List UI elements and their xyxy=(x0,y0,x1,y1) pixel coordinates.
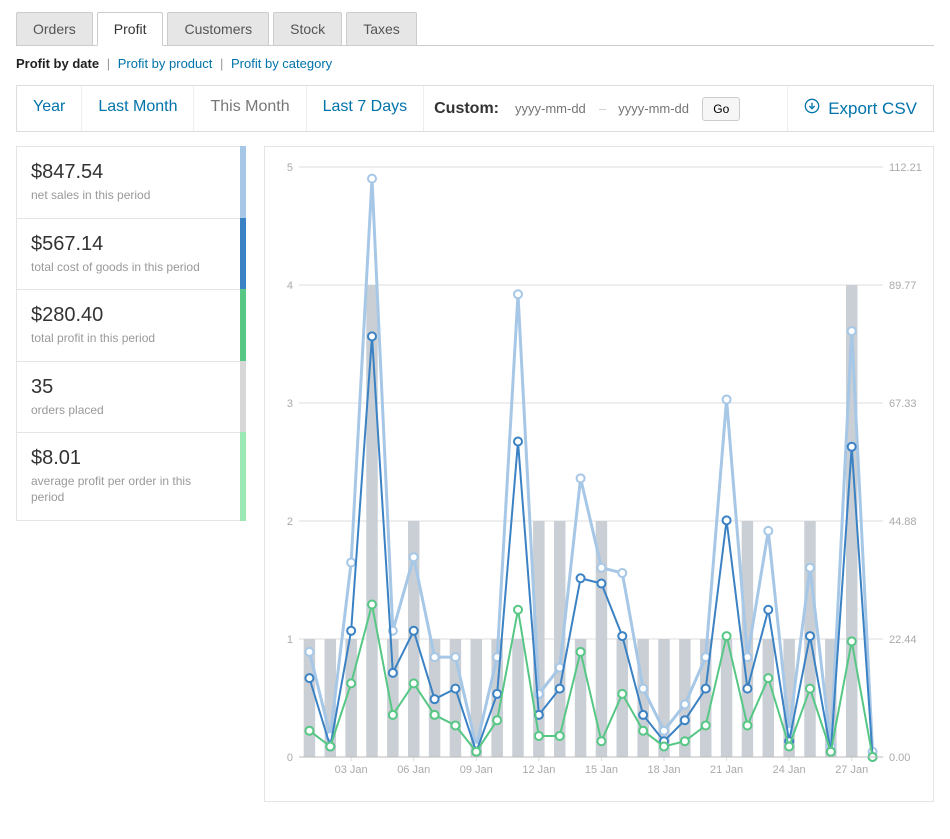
svg-text:4: 4 xyxy=(287,280,293,292)
svg-text:27 Jan: 27 Jan xyxy=(835,764,868,776)
stat-card[interactable]: $847.54 net sales in this period xyxy=(16,146,246,218)
svg-text:44.88: 44.88 xyxy=(889,516,917,528)
stat-card[interactable]: 35 orders placed xyxy=(16,361,246,433)
stat-value: $847.54 xyxy=(31,161,201,184)
svg-text:22.44: 22.44 xyxy=(889,634,917,646)
date-range-bar: YearLast MonthThis MonthLast 7 Days Cust… xyxy=(16,85,934,132)
custom-range-box: Custom: – Go xyxy=(424,86,788,131)
svg-text:18 Jan: 18 Jan xyxy=(647,764,680,776)
tab-customers[interactable]: Customers xyxy=(167,12,269,45)
date-from-input[interactable] xyxy=(509,97,593,120)
stats-sidebar: $847.54 net sales in this period $567.14 to… xyxy=(16,146,246,802)
svg-text:3: 3 xyxy=(287,398,293,410)
svg-text:89.77: 89.77 xyxy=(889,280,917,292)
stat-label: net sales in this period xyxy=(31,188,201,204)
svg-text:09 Jan: 09 Jan xyxy=(460,764,493,776)
stat-value: $8.01 xyxy=(31,447,201,470)
stat-label: total profit in this period xyxy=(31,331,201,347)
profit-chart: 0 0.00 1 22.44 2 44.88 3 67.33 4 89.77 5 112.21 03 J… xyxy=(269,157,929,797)
custom-label: Custom: xyxy=(434,100,499,118)
export-csv-label: Export CSV xyxy=(828,99,917,119)
stat-color-bar xyxy=(240,146,246,219)
profit-subnav: Profit by date | Profit by product | Pro… xyxy=(16,56,934,71)
date-to-input[interactable] xyxy=(612,97,696,120)
range-last-month[interactable]: Last Month xyxy=(82,86,194,131)
download-icon xyxy=(804,98,820,119)
stat-color-bar xyxy=(240,218,246,291)
stat-card[interactable]: $280.40 total profit in this period xyxy=(16,289,246,361)
stat-card[interactable]: $8.01 average profit per order in this pe… xyxy=(16,432,246,520)
stat-color-bar xyxy=(240,361,246,434)
subnav-link-product[interactable]: Profit by product xyxy=(118,56,213,71)
svg-text:03 Jan: 03 Jan xyxy=(335,764,368,776)
svg-text:5: 5 xyxy=(287,162,293,174)
svg-text:112.21: 112.21 xyxy=(889,162,922,174)
stat-color-bar xyxy=(240,432,246,520)
svg-text:15 Jan: 15 Jan xyxy=(585,764,618,776)
svg-text:06 Jan: 06 Jan xyxy=(397,764,430,776)
stat-card[interactable]: $567.14 total cost of goods in this perio… xyxy=(16,218,246,290)
stat-color-bar xyxy=(240,289,246,362)
tab-taxes[interactable]: Taxes xyxy=(346,12,417,45)
tab-profit[interactable]: Profit xyxy=(97,12,164,46)
svg-text:0.00: 0.00 xyxy=(889,752,910,764)
subnav-current: Profit by date xyxy=(16,56,99,71)
svg-text:67.33: 67.33 xyxy=(889,398,917,410)
chart-container: 0 0.00 1 22.44 2 44.88 3 67.33 4 89.77 5 112.21 03 J… xyxy=(264,146,934,802)
svg-text:2: 2 xyxy=(287,516,293,528)
go-button[interactable]: Go xyxy=(702,97,740,121)
svg-text:0: 0 xyxy=(287,752,293,764)
stat-label: orders placed xyxy=(31,403,201,419)
tab-orders[interactable]: Orders xyxy=(16,12,93,45)
stat-label: total cost of goods in this period xyxy=(31,260,201,276)
stat-value: $280.40 xyxy=(31,304,201,327)
tab-stock[interactable]: Stock xyxy=(273,12,342,45)
range-this-month[interactable]: This Month xyxy=(194,86,306,131)
svg-text:12 Jan: 12 Jan xyxy=(522,764,555,776)
subnav-link-category[interactable]: Profit by category xyxy=(231,56,332,71)
svg-text:1: 1 xyxy=(287,634,293,646)
svg-text:24 Jan: 24 Jan xyxy=(773,764,806,776)
stat-value: $567.14 xyxy=(31,233,201,256)
range-year[interactable]: Year xyxy=(17,86,82,131)
stat-label: average profit per order in this period xyxy=(31,474,201,505)
export-csv-button[interactable]: Export CSV xyxy=(788,86,933,131)
svg-text:21 Jan: 21 Jan xyxy=(710,764,743,776)
stat-value: 35 xyxy=(31,376,201,399)
report-body: $847.54 net sales in this period $567.14 to… xyxy=(16,146,934,802)
range-last-7-days[interactable]: Last 7 Days xyxy=(307,86,424,131)
report-tab-bar: OrdersProfitCustomersStockTaxes xyxy=(16,12,934,46)
